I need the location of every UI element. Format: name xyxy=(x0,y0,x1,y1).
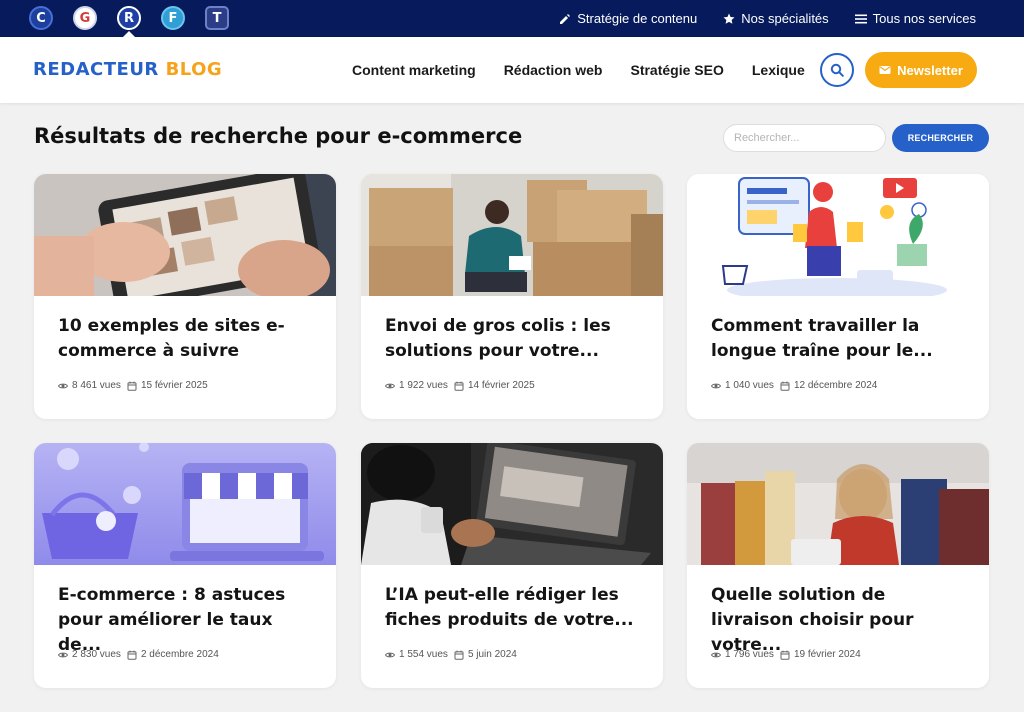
nav-redaction-web[interactable]: Rédaction web xyxy=(504,62,603,78)
logo-text-secondary: BLOG xyxy=(165,59,223,80)
article-thumbnail[interactable] xyxy=(361,443,663,565)
eye-icon xyxy=(58,383,68,388)
toplink-label: Stratégie de contenu xyxy=(577,11,698,26)
article-date: 14 février 2025 xyxy=(467,380,535,391)
article-date: 5 juin 2024 xyxy=(467,649,517,660)
c-site-icon[interactable]: C xyxy=(29,6,53,30)
list-icon xyxy=(854,14,867,23)
star-icon xyxy=(723,13,735,24)
article-views: 8 461 vues xyxy=(72,380,121,391)
article-card[interactable]: E-commerce : 8 astuces pour améliorer le… xyxy=(34,443,336,688)
eye-icon xyxy=(58,652,68,657)
nav-lexique[interactable]: Lexique xyxy=(752,62,805,78)
article-thumbnail[interactable] xyxy=(34,443,336,565)
f-site-icon[interactable]: F xyxy=(161,6,185,30)
toplink-strategie-contenu[interactable]: Stratégie de contenu xyxy=(559,11,697,26)
article-meta: 8 461 vues 15 février 2025 xyxy=(58,380,208,391)
toplink-label: Tous nos services xyxy=(872,11,976,26)
article-date: 15 février 2025 xyxy=(140,380,208,391)
t-site-icon[interactable]: T xyxy=(205,6,229,30)
calendar-icon xyxy=(127,650,137,660)
page-title: Résultats de recherche pour e-commerce xyxy=(34,124,523,148)
article-views: 1 554 vues xyxy=(399,649,448,660)
newsletter-button[interactable]: Newsletter xyxy=(865,52,977,88)
article-meta: 1 922 vues 14 février 2025 xyxy=(385,380,535,391)
toplink-services[interactable]: Tous nos services xyxy=(854,11,976,26)
article-views: 2 830 vues xyxy=(72,649,121,660)
article-title[interactable]: Quelle solution de livraison choisir pou… xyxy=(711,583,971,658)
article-meta: 1 554 vues 5 juin 2024 xyxy=(385,649,517,660)
search-icon xyxy=(830,63,844,77)
logo-text-primary: REDACTEUR xyxy=(33,59,159,80)
header-search-button[interactable] xyxy=(820,53,854,87)
article-views: 1 922 vues xyxy=(399,380,448,391)
eye-icon xyxy=(385,383,395,388)
main-nav: Content marketing Rédaction web Stratégi… xyxy=(352,37,833,103)
article-date: 19 février 2024 xyxy=(793,649,861,660)
article-title[interactable]: Envoi de gros colis : les solutions pour… xyxy=(385,314,645,364)
article-thumbnail[interactable] xyxy=(361,174,663,296)
article-title[interactable]: 10 exemples de sites e-commerce à suivre xyxy=(58,314,318,364)
top-links: Stratégie de contenu Nos spécialités Tou… xyxy=(559,0,976,37)
article-title[interactable]: L’IA peut-elle rédiger les fiches produi… xyxy=(385,583,645,633)
eye-icon xyxy=(385,652,395,657)
article-card[interactable]: Comment travailler la longue traîne pour… xyxy=(687,174,989,419)
g-site-icon[interactable]: G xyxy=(73,6,97,30)
envelope-icon xyxy=(879,66,891,74)
article-title[interactable]: Comment travailler la longue traîne pour… xyxy=(711,314,971,364)
article-card[interactable]: Quelle solution de livraison choisir pou… xyxy=(687,443,989,688)
site-logo[interactable]: REDACTEUR BLOG xyxy=(33,59,222,80)
toplink-specialites[interactable]: Nos spécialités xyxy=(723,11,829,26)
article-date: 12 décembre 2024 xyxy=(793,380,878,391)
article-card[interactable]: L’IA peut-elle rédiger les fiches produi… xyxy=(361,443,663,688)
article-meta: 1 040 vues 12 décembre 2024 xyxy=(711,380,877,391)
main-header: REDACTEUR BLOG Content marketing Rédacti… xyxy=(0,37,1024,103)
toplink-label: Nos spécialités xyxy=(741,11,829,26)
article-meta: 1 796 vues 19 février 2024 xyxy=(711,649,861,660)
article-views: 1 796 vues xyxy=(725,649,774,660)
article-date: 2 décembre 2024 xyxy=(140,649,219,660)
r-site-icon[interactable]: R xyxy=(117,6,141,30)
calendar-icon xyxy=(454,650,464,660)
calendar-icon xyxy=(127,381,137,391)
nav-content-marketing[interactable]: Content marketing xyxy=(352,62,476,78)
top-bar: C G R F T Stratégie de contenu Nos spéci… xyxy=(0,0,1024,37)
article-views: 1 040 vues xyxy=(725,380,774,391)
article-meta: 2 830 vues 2 décembre 2024 xyxy=(58,649,219,660)
search-input[interactable] xyxy=(723,124,886,152)
search-submit-button[interactable]: RECHERCHER xyxy=(892,124,989,152)
newsletter-label: Newsletter xyxy=(897,62,963,78)
calendar-icon xyxy=(454,381,464,391)
calendar-icon xyxy=(780,650,790,660)
article-card[interactable]: 10 exemples de sites e-commerce à suivre… xyxy=(34,174,336,419)
calendar-icon xyxy=(780,381,790,391)
article-card[interactable]: Envoi de gros colis : les solutions pour… xyxy=(361,174,663,419)
eye-icon xyxy=(711,383,721,388)
nav-strategie-seo[interactable]: Stratégie SEO xyxy=(630,62,723,78)
article-thumbnail[interactable] xyxy=(34,174,336,296)
eye-icon xyxy=(711,652,721,657)
pencil-icon xyxy=(560,13,571,24)
article-thumbnail[interactable] xyxy=(687,443,989,565)
article-thumbnail[interactable] xyxy=(687,174,989,296)
article-title[interactable]: E-commerce : 8 astuces pour améliorer le… xyxy=(58,583,318,658)
